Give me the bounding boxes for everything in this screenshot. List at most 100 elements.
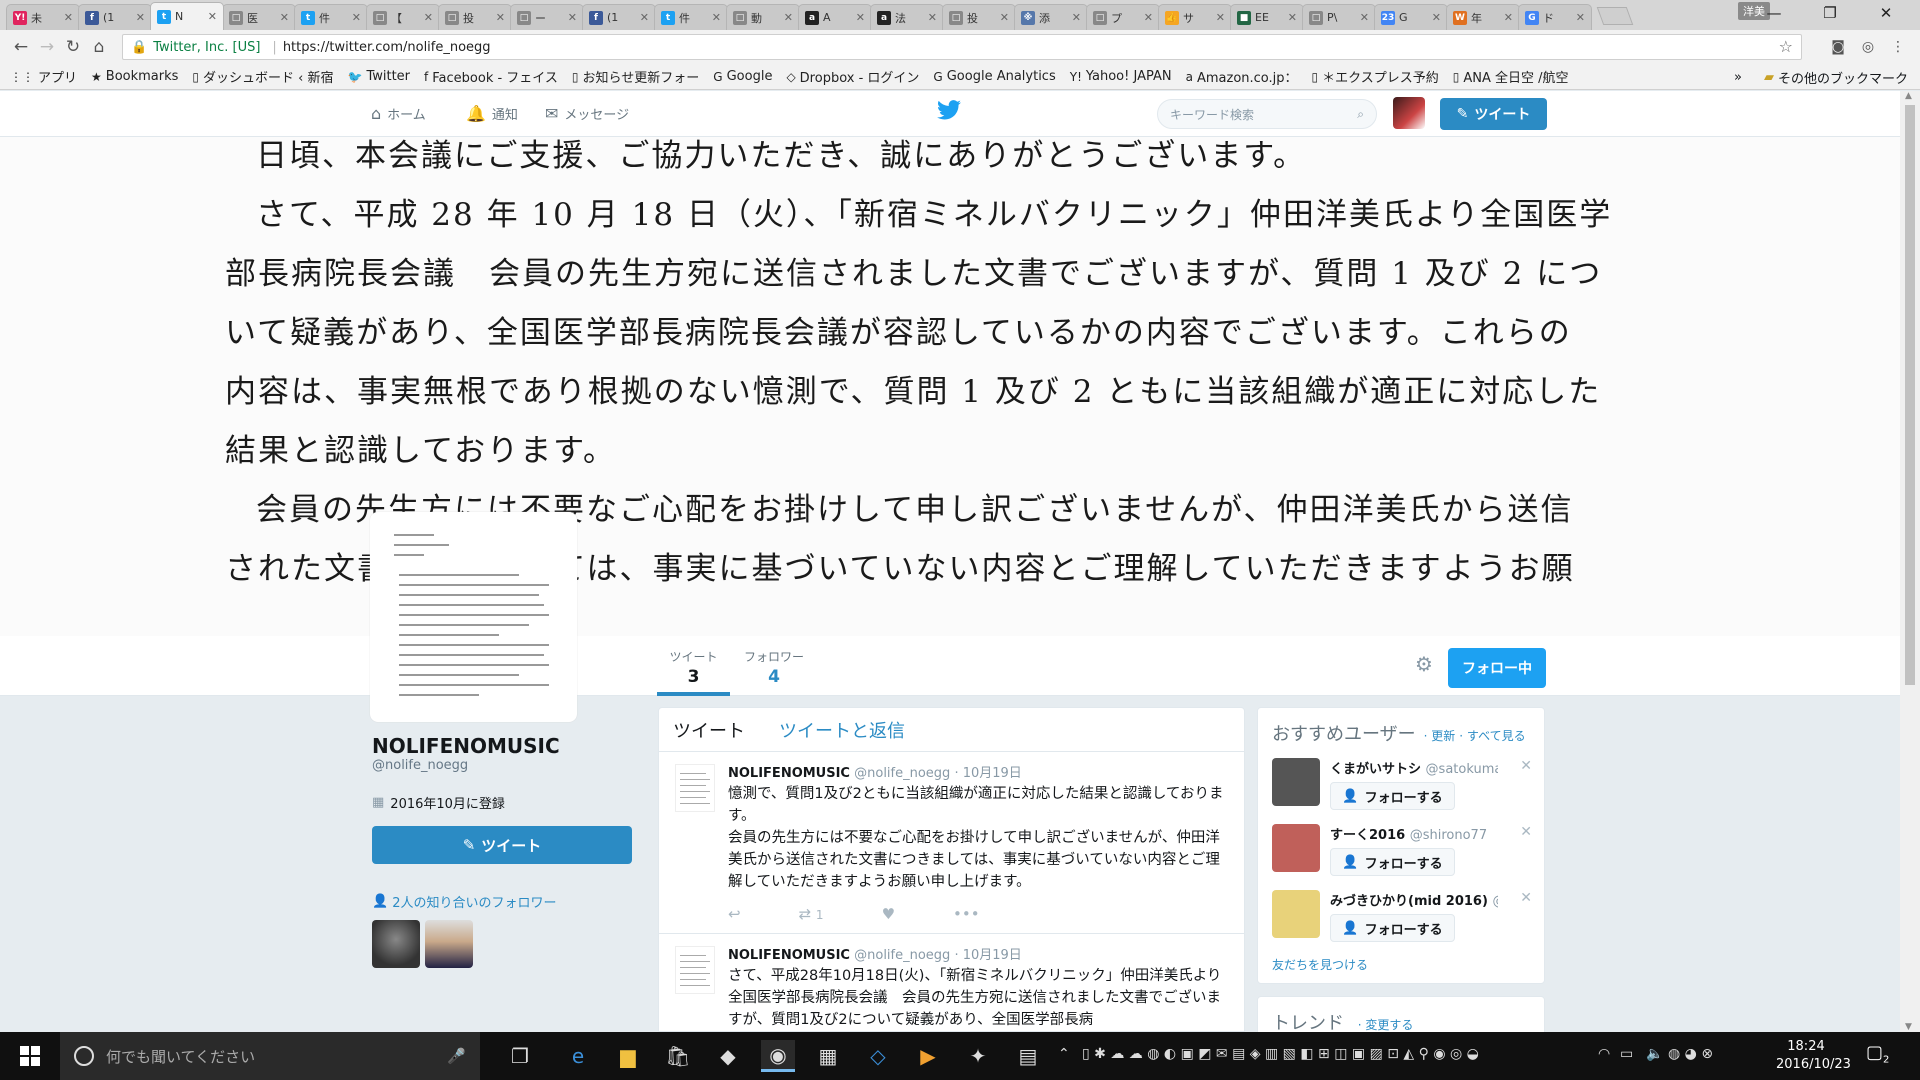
close-tab-icon[interactable]: ✕ — [1072, 11, 1081, 24]
taskbar-search[interactable]: 何でも聞いてください 🎤 — [60, 1032, 480, 1080]
other-bookmarks[interactable]: » ▰ その他のブックマーク — [1734, 68, 1908, 87]
close-tab-icon[interactable]: ✕ — [352, 11, 361, 24]
bookmark-item[interactable]: G Google — [713, 69, 772, 84]
suggested-user-avatar[interactable] — [1272, 890, 1320, 938]
browser-tab[interactable]: □ ー ✕ — [510, 4, 584, 30]
nav-tweet-button[interactable]: ✎ ツイート — [1440, 98, 1547, 130]
reload-icon[interactable]: ↻ — [60, 34, 86, 60]
chrome-icon[interactable]: ◉ — [761, 1040, 795, 1072]
bookmark-item[interactable]: Y! Yahoo! JAPAN — [1070, 69, 1172, 84]
tray-expand-icon[interactable]: ⌃ — [1058, 1046, 1070, 1062]
close-tab-icon[interactable]: ✕ — [928, 11, 937, 24]
retweet-icon[interactable]: ⇄ 1 — [799, 905, 824, 923]
followers-you-know-link[interactable]: 👤 2人の知り合いのフォロワー — [372, 892, 556, 911]
refresh-link[interactable]: · 更新 — [1424, 727, 1456, 744]
browser-tab[interactable]: ■ EE ✕ — [1230, 4, 1304, 30]
like-icon[interactable]: ♥ — [882, 905, 895, 923]
profile-handle[interactable]: @nolife_noegg — [372, 758, 468, 773]
nav-home[interactable]: ⌂ ホーム — [371, 104, 426, 123]
app-icon[interactable]: ◆ — [711, 1040, 745, 1072]
scroll-up-icon[interactable]: ▲ — [1905, 91, 1912, 101]
trends-change-link[interactable]: · 変更する — [1358, 1018, 1414, 1032]
bookmark-item[interactable]: ▯ お知らせ更新フォー — [572, 67, 699, 87]
gear-icon[interactable]: ⚙ — [1415, 652, 1433, 676]
browser-tab[interactable]: t 件 ✕ — [654, 4, 728, 30]
browser-tab[interactable]: G ド ✕ — [1518, 4, 1592, 30]
microphone-icon[interactable]: 🎤 — [447, 1047, 466, 1065]
profile-tweet-button[interactable]: ✎ ツイート — [372, 826, 632, 864]
volume-icon[interactable]: 🔈 — [1646, 1046, 1663, 1062]
bookmark-item[interactable]: ▯ ＊エクスプレス予約 — [1312, 67, 1439, 87]
bookmark-item[interactable]: ★ Bookmarks — [91, 69, 178, 84]
back-icon[interactable]: ← — [8, 34, 34, 60]
profile-avatar[interactable] — [370, 512, 577, 722]
close-tab-icon[interactable]: ✕ — [568, 11, 577, 24]
following-button[interactable]: フォロー中 — [1448, 648, 1546, 688]
close-tab-icon[interactable]: ✕ — [1504, 11, 1513, 24]
close-tab-icon[interactable]: ✕ — [1216, 11, 1225, 24]
close-window-icon[interactable]: ✕ — [1858, 0, 1914, 26]
browser-tab[interactable]: □ 投 ✕ — [438, 4, 512, 30]
restore-icon[interactable]: ❐ — [1802, 0, 1858, 26]
dismiss-icon[interactable]: ✕ — [1520, 890, 1532, 906]
follower-avatar[interactable] — [372, 920, 420, 968]
stat-followers[interactable]: フォロワー 4 — [744, 648, 804, 687]
browser-tab[interactable]: a 法 ✕ — [870, 4, 944, 30]
edge-icon[interactable]: e — [561, 1040, 595, 1072]
dropbox-icon[interactable]: ◇ — [861, 1040, 895, 1072]
close-tab-icon[interactable]: ✕ — [1288, 11, 1297, 24]
bookmark-item[interactable]: G Google Analytics — [933, 69, 1055, 84]
follower-avatar[interactable] — [425, 920, 473, 968]
browser-tab[interactable]: □ 【 ✕ — [366, 4, 440, 30]
browser-tab[interactable]: f (1 ✕ — [582, 4, 656, 30]
close-tab-icon[interactable]: ✕ — [856, 11, 865, 24]
app-icon[interactable]: ▤ — [1011, 1040, 1045, 1072]
more-icon[interactable]: ••• — [953, 905, 980, 923]
close-tab-icon[interactable]: ✕ — [64, 11, 73, 24]
taskbar-clock[interactable]: 18:24 2016/10/23 — [1776, 1038, 1851, 1074]
extension-icon[interactable]: ◎ — [1858, 37, 1878, 57]
reply-icon[interactable]: ↩ — [728, 905, 741, 923]
suggested-user-name[interactable]: みづきひかり(mid 2016) @... — [1330, 886, 1498, 909]
close-tab-icon[interactable]: ✕ — [640, 11, 649, 24]
media-player-icon[interactable]: ▶ — [911, 1040, 945, 1072]
close-tab-icon[interactable]: ✕ — [1432, 11, 1441, 24]
close-tab-icon[interactable]: ✕ — [208, 10, 217, 23]
browser-tab[interactable]: f (1 ✕ — [78, 4, 152, 30]
tweet-author-name[interactable]: NOLIFENOMUSIC — [728, 766, 850, 781]
tray-icons[interactable]: ▯ ✱ ☁ ☁ ◍ ◐ ▣ ◩ ✉ ▤ ◈ ▥ ▧ ◧ ⊞ ◫ ▣ ▨ ⊡ ◭ … — [1082, 1046, 1479, 1062]
search-icon[interactable]: ⌕ — [1357, 107, 1364, 122]
browser-tab[interactable]: □ P\ ✕ — [1302, 4, 1376, 30]
task-view-icon[interactable]: ❐ — [503, 1040, 537, 1072]
tweet-author-handle[interactable]: @nolife_noegg — [854, 766, 950, 781]
tweet-date[interactable]: · 10月19日 — [954, 948, 1021, 963]
bookmark-item[interactable]: ▯ ANA 全日空 /航空 — [1453, 67, 1569, 87]
follow-button[interactable]: 👤 フォローする — [1330, 848, 1455, 876]
tweet-date[interactable]: · 10月19日 — [954, 766, 1021, 781]
tweet-avatar[interactable] — [675, 946, 715, 994]
action-center-icon[interactable]: ▢2 — [1866, 1042, 1889, 1066]
app-icon[interactable]: ✦ — [961, 1040, 995, 1072]
close-tab-icon[interactable]: ✕ — [1360, 11, 1369, 24]
close-tab-icon[interactable]: ✕ — [424, 11, 433, 24]
browser-tab[interactable]: ※ 添 ✕ — [1014, 4, 1088, 30]
view-all-link[interactable]: · すべて見る — [1459, 727, 1525, 744]
browser-tab[interactable]: □ 医 ✕ — [222, 4, 296, 30]
browser-tab[interactable]: 👍 サ ✕ — [1158, 4, 1232, 30]
store-icon[interactable]: 🛍 — [661, 1040, 695, 1072]
tab-tweets[interactable]: ツイート — [673, 717, 745, 743]
tab-tweets-and-replies[interactable]: ツイートと返信 — [779, 717, 905, 743]
browser-tab[interactable]: W 年 ✕ — [1446, 4, 1520, 30]
close-tab-icon[interactable]: ✕ — [712, 11, 721, 24]
menu-icon[interactable]: ⋮ — [1888, 37, 1908, 57]
calculator-icon[interactable]: ▦ — [811, 1040, 845, 1072]
scrollbar-thumb[interactable] — [1905, 105, 1915, 685]
minimize-icon[interactable]: — — [1746, 0, 1802, 26]
bookmark-item[interactable]: ◇ Dropbox - ログイン — [786, 67, 919, 87]
close-tab-icon[interactable]: ✕ — [136, 11, 145, 24]
account-avatar[interactable] — [1393, 97, 1425, 129]
tweet-avatar[interactable] — [675, 764, 715, 812]
tray-icons[interactable]: ◍ ◕ ⊗ — [1668, 1046, 1713, 1062]
extension-icon[interactable]: ◙ — [1828, 37, 1848, 57]
close-tab-icon[interactable]: ✕ — [784, 11, 793, 24]
